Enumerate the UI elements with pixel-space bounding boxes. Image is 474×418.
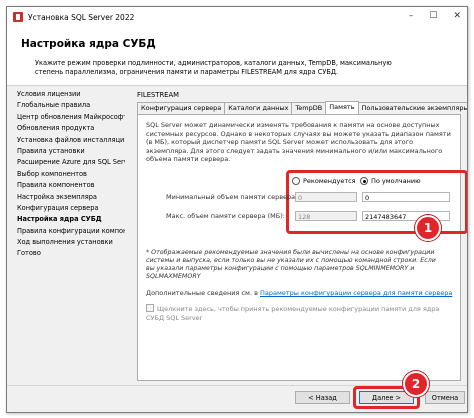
max-memory-label: Макс. объем памяти сервера (МБ): — [166, 212, 285, 220]
radio-default-label: По умолчанию — [371, 177, 421, 185]
accept-recommended-row[interactable]: Щелкните здесь, чтобы принять рекомендуе… — [146, 304, 446, 322]
page-description: Укажите режим проверки подлинности, адми… — [35, 59, 392, 76]
title-bar: Установка SQL Server 2022 – ☐ ✕ — [7, 7, 467, 29]
sql-server-icon — [13, 12, 23, 22]
back-button[interactable]: < Назад — [295, 391, 350, 404]
sidebar-item-license[interactable]: Условия лицензии — [15, 89, 125, 100]
radio-recommended-label: Рекомендуется — [303, 177, 356, 185]
sidebar-item-feature-rules[interactable]: Правила компонентов — [15, 180, 125, 191]
more-info-prefix: Дополнительные сведения см. в — [146, 289, 258, 297]
recommendation-note: * Отображаемые рекомендуемые значения бы… — [146, 249, 436, 280]
radio-recommended[interactable]: Рекомендуется — [292, 177, 356, 185]
maximize-button[interactable]: ☐ — [429, 11, 437, 21]
page-title: Настройка ядра СУБД — [21, 38, 156, 50]
sidebar-item-instance-config[interactable]: Настройка экземпляра — [15, 192, 125, 203]
step-badge-1: 1 — [415, 215, 441, 241]
sidebar-item-complete[interactable]: Готово — [15, 248, 125, 259]
page-header: Настройка ядра СУБД Укажите режим провер… — [7, 29, 467, 86]
sidebar-item-feature-selection[interactable]: Выбор компонентов — [15, 169, 125, 180]
cancel-button[interactable]: Отмена — [425, 391, 465, 404]
min-memory-field[interactable]: 0 — [362, 192, 450, 202]
radio-default[interactable]: По умолчанию — [360, 177, 421, 185]
sidebar-item-server-config[interactable]: Конфигурация сервера — [15, 203, 125, 214]
radio-recommended-indicator[interactable] — [292, 177, 300, 185]
window-title: Установка SQL Server 2022 — [28, 13, 135, 22]
sidebar-item-azure-extension[interactable]: Расширение Azure для SQL Server — [15, 157, 125, 168]
tab-user-instances[interactable]: Пользовательские экземпляры — [357, 102, 467, 114]
main-content: FILESTREAM Конфигурация сервера Каталоги… — [133, 91, 467, 381]
sidebar-item-global-rules[interactable]: Глобальные правила — [15, 100, 125, 111]
sidebar-item-install-progress[interactable]: Ход выполнения установки — [15, 237, 125, 248]
sidebar-item-engine-config[interactable]: Настройка ядра СУБД — [15, 214, 125, 225]
installer-window: Установка SQL Server 2022 – ☐ ✕ Настройк… — [6, 6, 468, 413]
min-memory-label: Минимальный объем памяти сервера (МБ): — [166, 193, 315, 201]
minimize-button[interactable]: – — [409, 11, 414, 21]
tab-tempdb[interactable]: TempDB — [291, 102, 327, 114]
sidebar-item-product-updates[interactable]: Обновления продукта — [15, 123, 125, 134]
accept-recommended-checkbox[interactable] — [146, 304, 154, 312]
sidebar-item-install-setup-files[interactable]: Установка файлов инсталляции — [15, 135, 125, 146]
close-button[interactable]: ✕ — [453, 11, 461, 21]
tab-strip: Конфигурация сервера Каталоги данных Tem… — [137, 101, 467, 114]
memory-intro-text: SQL Server может динамически изменять тр… — [146, 121, 451, 164]
tab-data-directories[interactable]: Каталоги данных — [224, 102, 293, 114]
sidebar-item-microsoft-update[interactable]: Центр обновления Майкрософт — [15, 112, 125, 123]
step-badge-2: 2 — [403, 371, 429, 397]
memory-tab-panel: SQL Server может динамически изменять тр… — [137, 114, 467, 381]
steps-sidebar: Условия лицензии Глобальные правила Цент… — [15, 89, 125, 260]
tab-server-configuration[interactable]: Конфигурация сервера — [137, 102, 226, 114]
sidebar-item-install-rules[interactable]: Правила установки — [15, 146, 125, 157]
tab-memory[interactable]: Память — [325, 101, 359, 114]
accept-recommended-label: Щелкните здесь, чтобы принять рекомендуе… — [146, 305, 440, 322]
max-memory-recommended-field: 128 — [295, 211, 357, 221]
sidebar-item-config-rules[interactable]: Правила конфигурации компонентов — [15, 226, 125, 237]
memory-config-link[interactable]: Параметры конфигурации сервера для памят… — [260, 289, 452, 297]
filestream-tab-label[interactable]: FILESTREAM — [137, 91, 179, 99]
min-memory-recommended-field: 0 — [295, 192, 357, 202]
window-controls: – ☐ ✕ — [409, 11, 461, 21]
more-info-line: Дополнительные сведения см. в Параметры … — [146, 289, 452, 297]
radio-default-indicator[interactable] — [360, 177, 368, 185]
